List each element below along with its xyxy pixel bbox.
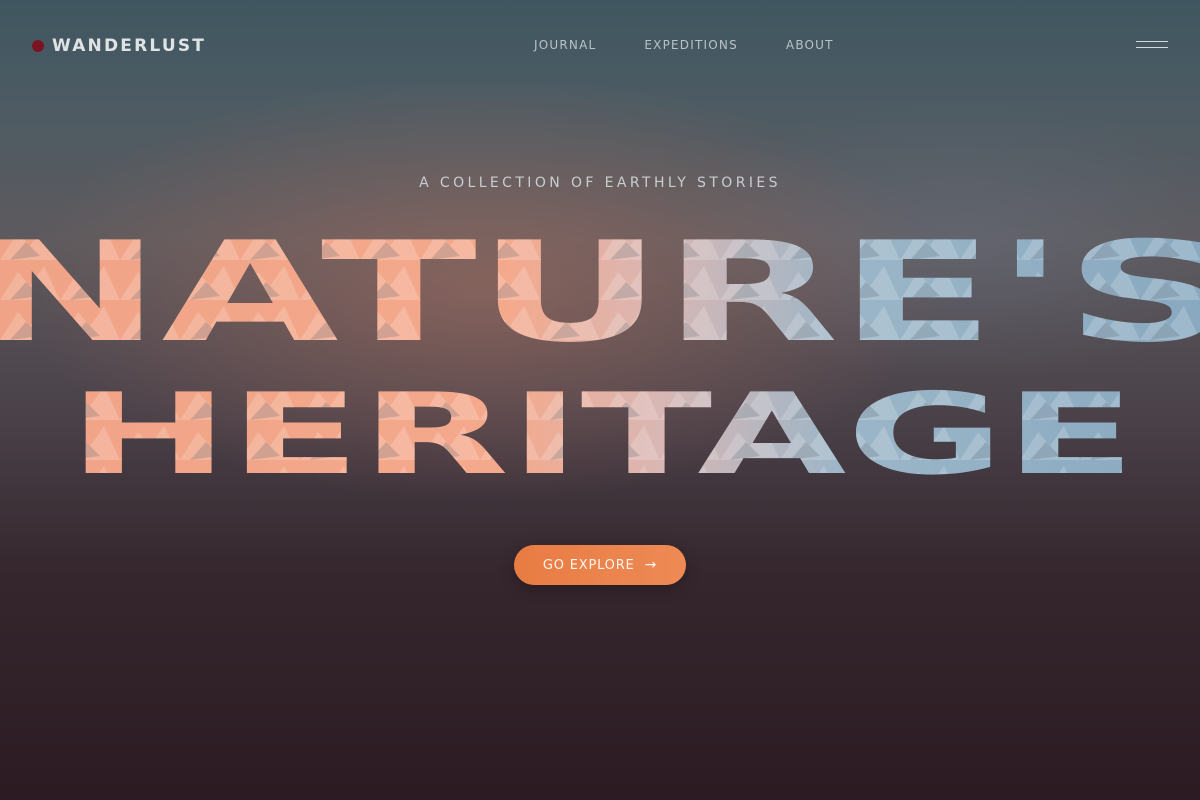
go-explore-button[interactable]: GO EXPLORE → [514, 545, 686, 585]
main-nav: JOURNAL EXPEDITIONS ABOUT [534, 38, 834, 52]
go-explore-label: GO EXPLORE [542, 557, 635, 573]
top-navigation-bar: WANDERLUST JOURNAL EXPEDITIONS ABOUT [0, 0, 1200, 90]
hero-tagline: A COLLECTION OF EARTHLY STORIES [419, 175, 781, 191]
brand-name: WANDERLUST [52, 36, 207, 56]
hero-headline: NATURE'S NATURE'S HERITAGE HERITAGE [0, 220, 1200, 490]
brand-logo[interactable]: WANDERLUST [32, 36, 206, 56]
nav-item-expeditions[interactable]: EXPEDITIONS [644, 38, 738, 52]
arrow-right-icon: → [644, 557, 658, 573]
nav-item-about[interactable]: ABOUT [786, 38, 834, 52]
headline-line-2-texture: HERITAGE [68, 370, 1136, 490]
hamburger-menu-icon[interactable] [1136, 40, 1168, 52]
logo-dot-icon [32, 40, 44, 52]
headline-line-1-texture: NATURE'S [0, 220, 1200, 373]
nav-item-journal[interactable]: JOURNAL [534, 38, 596, 52]
